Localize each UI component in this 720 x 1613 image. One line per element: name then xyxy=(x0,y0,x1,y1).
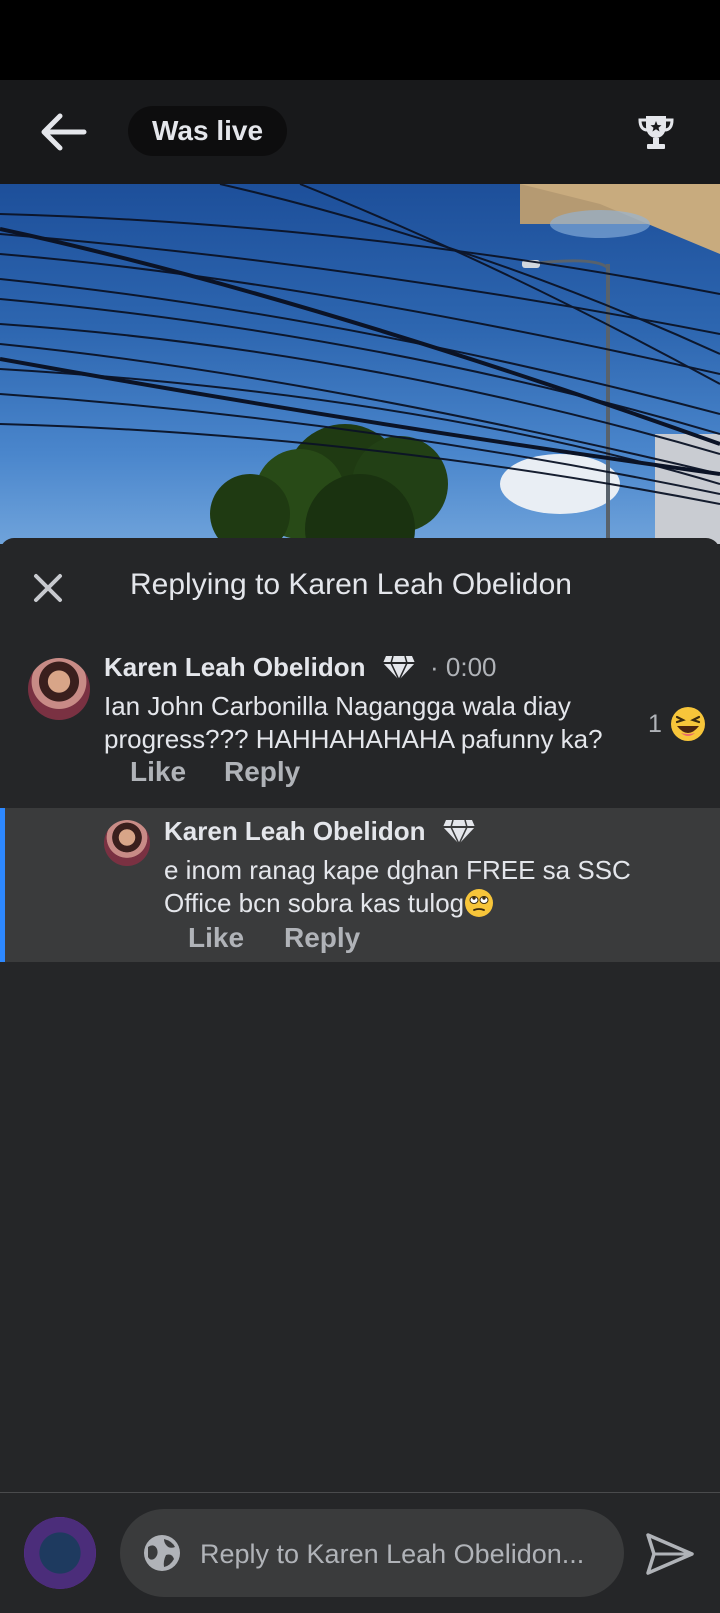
reaction-count[interactable]: 1 xyxy=(648,710,662,739)
live-video[interactable] xyxy=(0,184,720,544)
reply-text-content: e inom ranag kape dghan FREE sa SSC Offi… xyxy=(164,855,631,918)
avatar[interactable] xyxy=(24,1517,96,1589)
reply-reply-button[interactable]: Reply xyxy=(284,922,360,954)
eye-roll-emoji-icon xyxy=(465,889,494,917)
avatar[interactable] xyxy=(104,820,150,866)
was-live-badge: Was live xyxy=(128,106,288,156)
trophy-icon[interactable] xyxy=(636,112,676,152)
comment-text: Ian John Carbonilla Nagangga wala diay p… xyxy=(104,691,603,754)
reply-text: e inom ranag kape dghan FREE sa SSC Offi… xyxy=(164,854,684,920)
top-fan-badge-icon xyxy=(443,819,475,846)
top-fan-badge-icon xyxy=(383,655,415,682)
reply-like-button[interactable]: Like xyxy=(188,922,244,954)
reply-input[interactable] xyxy=(198,1509,612,1599)
status-bar xyxy=(0,0,720,80)
close-icon[interactable] xyxy=(28,568,68,608)
reply-input-container[interactable] xyxy=(120,1509,624,1599)
avatar[interactable] xyxy=(28,658,90,720)
selection-indicator xyxy=(0,808,5,962)
top-bar: Was live xyxy=(0,80,720,184)
comment-timestamp: · 0:00 xyxy=(430,652,497,682)
selected-reply: Karen Leah Obelidon e inom ranag kape dg… xyxy=(0,808,720,962)
video-frame xyxy=(0,184,720,544)
comment-like-button[interactable]: Like xyxy=(130,756,186,788)
globe-icon xyxy=(144,1535,180,1571)
send-icon[interactable] xyxy=(644,1531,696,1577)
back-arrow-icon[interactable] xyxy=(36,110,88,154)
comment-author[interactable]: Karen Leah Obelidon xyxy=(104,652,366,683)
laughing-emoji-icon[interactable] xyxy=(670,706,706,742)
reply-author[interactable]: Karen Leah Obelidon xyxy=(164,816,426,847)
reply-composer xyxy=(0,1492,720,1613)
replying-to-title: Replying to Karen Leah Obelidon xyxy=(130,568,572,601)
parent-comment: Karen Leah Obelidon · 0:00 Ian John Carb… xyxy=(0,638,720,808)
reply-sheet: Replying to Karen Leah Obelidon Karen Le… xyxy=(0,538,720,1492)
comment-reply-button[interactable]: Reply xyxy=(224,756,300,788)
